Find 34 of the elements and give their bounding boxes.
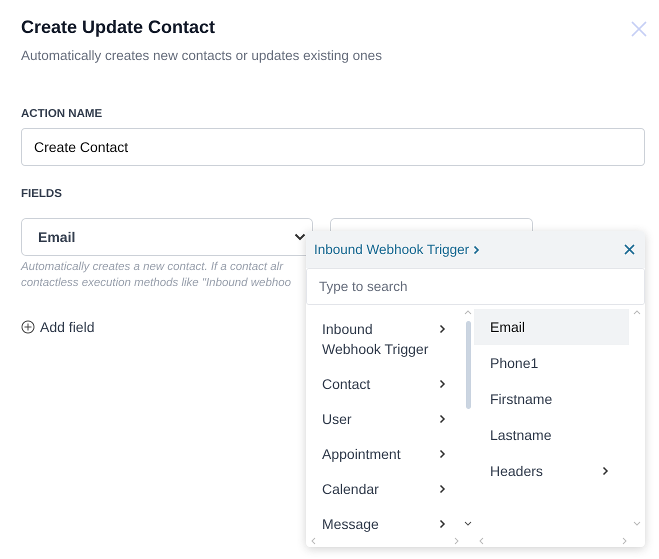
- scroll-up-icon[interactable]: [633, 309, 641, 315]
- field-select[interactable]: Email: [21, 218, 313, 256]
- scroll-right-icon[interactable]: [622, 537, 628, 545]
- help-text: contactless execution methods like "Inbound webhoo: [21, 276, 292, 291]
- scrollbar-thumb[interactable]: [466, 321, 470, 409]
- add-field-button[interactable]: Add field: [21, 319, 94, 335]
- variable-option[interactable]: Phone1: [474, 345, 629, 381]
- category-item[interactable]: User: [306, 403, 468, 438]
- category-item[interactable]: Message: [306, 508, 468, 534]
- chevron-down-icon: [294, 233, 306, 241]
- dialog-subtitle: Automatically creates new contacts or updates existing ones: [21, 48, 382, 63]
- plus-circle-icon: [21, 320, 35, 334]
- variable-option[interactable]: Firstname: [474, 381, 629, 417]
- section-label: ACTION NAME: [21, 108, 104, 120]
- section-label: FIELDS: [21, 188, 63, 200]
- category-item[interactable]: Calendar: [306, 473, 468, 508]
- breadcrumb-link[interactable]: Inbound Webhook Trigger: [314, 242, 480, 257]
- variable-option[interactable]: Lastname: [474, 417, 629, 453]
- dialog-title: Create Update Contact: [21, 17, 216, 38]
- close-icon[interactable]: [624, 244, 635, 255]
- variable-option[interactable]: Headers: [474, 453, 629, 489]
- help-text: Automatically creates a new contact. If a contact alr: [21, 260, 284, 275]
- category-item[interactable]: Appointment: [306, 438, 468, 473]
- chevron-right-icon: [473, 244, 480, 254]
- variable-option[interactable]: Email: [474, 309, 629, 345]
- scroll-left-icon[interactable]: [310, 537, 316, 545]
- search-field[interactable]: Type to search: [306, 268, 645, 305]
- action-name-field[interactable]: Create Contact: [21, 128, 645, 166]
- scroll-left-icon[interactable]: [478, 537, 484, 545]
- scroll-right-icon[interactable]: [454, 537, 460, 545]
- category-item[interactable]: Inbound Webhook Trigger: [306, 313, 468, 368]
- category-item[interactable]: Contact: [306, 368, 468, 403]
- scroll-down-icon[interactable]: [464, 521, 472, 527]
- scroll-up-icon[interactable]: [464, 309, 472, 315]
